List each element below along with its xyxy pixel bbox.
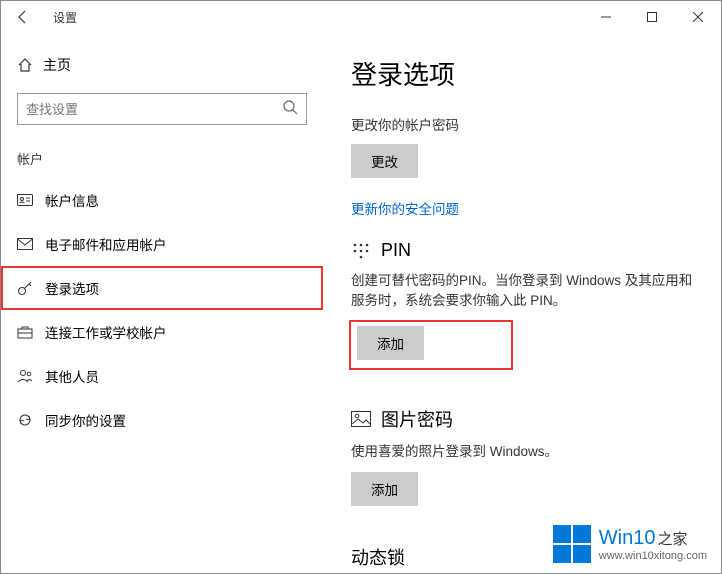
sidebar-item-email[interactable]: 电子邮件和应用帐户 bbox=[1, 222, 323, 266]
pin-description: 创建可替代密码的PIN。当你登录到 Windows 及其应用和服务时，系统会要求… bbox=[351, 271, 697, 312]
add-pin-button[interactable]: 添加 bbox=[357, 326, 424, 360]
minimize-button[interactable] bbox=[583, 1, 629, 33]
home-label: 主页 bbox=[43, 55, 71, 75]
page-title: 登录选项 bbox=[351, 55, 697, 92]
close-button[interactable] bbox=[675, 1, 721, 33]
windows-logo-icon bbox=[553, 525, 591, 563]
sync-icon bbox=[17, 412, 45, 428]
watermark-url: www.win10xitong.com bbox=[599, 550, 707, 562]
update-security-questions-link[interactable]: 更新你的安全问题 bbox=[351, 198, 697, 218]
sidebar-item-label: 电子邮件和应用帐户 bbox=[45, 234, 167, 254]
watermark-brand: Win10 bbox=[599, 527, 656, 550]
home-icon bbox=[17, 57, 43, 73]
key-icon bbox=[17, 280, 45, 296]
sidebar-section-header: 帐户 bbox=[1, 141, 323, 172]
sidebar-item-label: 同步你的设置 bbox=[45, 410, 126, 430]
watermark: Win10 之家 www.win10xitong.com bbox=[553, 525, 707, 563]
home-link[interactable]: 主页 bbox=[1, 47, 323, 83]
sidebar-item-account-info[interactable]: 帐户信息 bbox=[1, 178, 323, 222]
envelope-icon bbox=[17, 238, 45, 250]
sidebar-item-other-users[interactable]: 其他人员 bbox=[1, 354, 323, 398]
window-title: 设置 bbox=[53, 9, 77, 26]
people-icon bbox=[17, 369, 45, 383]
add-picture-password-button[interactable]: 添加 bbox=[351, 472, 418, 506]
pin-add-highlight: 添加 bbox=[351, 322, 511, 368]
sidebar-item-sync[interactable]: 同步你的设置 bbox=[1, 398, 323, 442]
sidebar-item-signin-options[interactable]: 登录选项 bbox=[1, 266, 323, 310]
pin-keypad-icon bbox=[351, 241, 381, 261]
password-description: 更改你的帐户密码 bbox=[351, 114, 697, 134]
sidebar-item-label: 帐户信息 bbox=[45, 190, 99, 210]
search-icon bbox=[282, 99, 298, 120]
watermark-suffix: 之家 bbox=[657, 528, 687, 549]
sidebar-item-work-school[interactable]: 连接工作或学校帐户 bbox=[1, 310, 323, 354]
sidebar-item-label: 登录选项 bbox=[45, 278, 99, 298]
id-card-icon bbox=[17, 193, 45, 207]
change-password-button[interactable]: 更改 bbox=[351, 144, 418, 178]
sidebar-item-label: 其他人员 bbox=[45, 366, 99, 386]
picture-password-description: 使用喜爱的照片登录到 Windows。 bbox=[351, 442, 697, 462]
search-input[interactable] bbox=[26, 94, 282, 124]
search-box[interactable] bbox=[17, 93, 307, 125]
back-button[interactable] bbox=[15, 9, 35, 25]
briefcase-icon bbox=[17, 325, 45, 339]
picture-password-title: 图片密码 bbox=[381, 406, 453, 432]
sidebar-item-label: 连接工作或学校帐户 bbox=[45, 322, 167, 342]
pin-section-title: PIN bbox=[381, 240, 411, 261]
maximize-button[interactable] bbox=[629, 1, 675, 33]
picture-icon bbox=[351, 411, 381, 427]
dynamic-lock-title: 动态锁 bbox=[351, 544, 405, 570]
